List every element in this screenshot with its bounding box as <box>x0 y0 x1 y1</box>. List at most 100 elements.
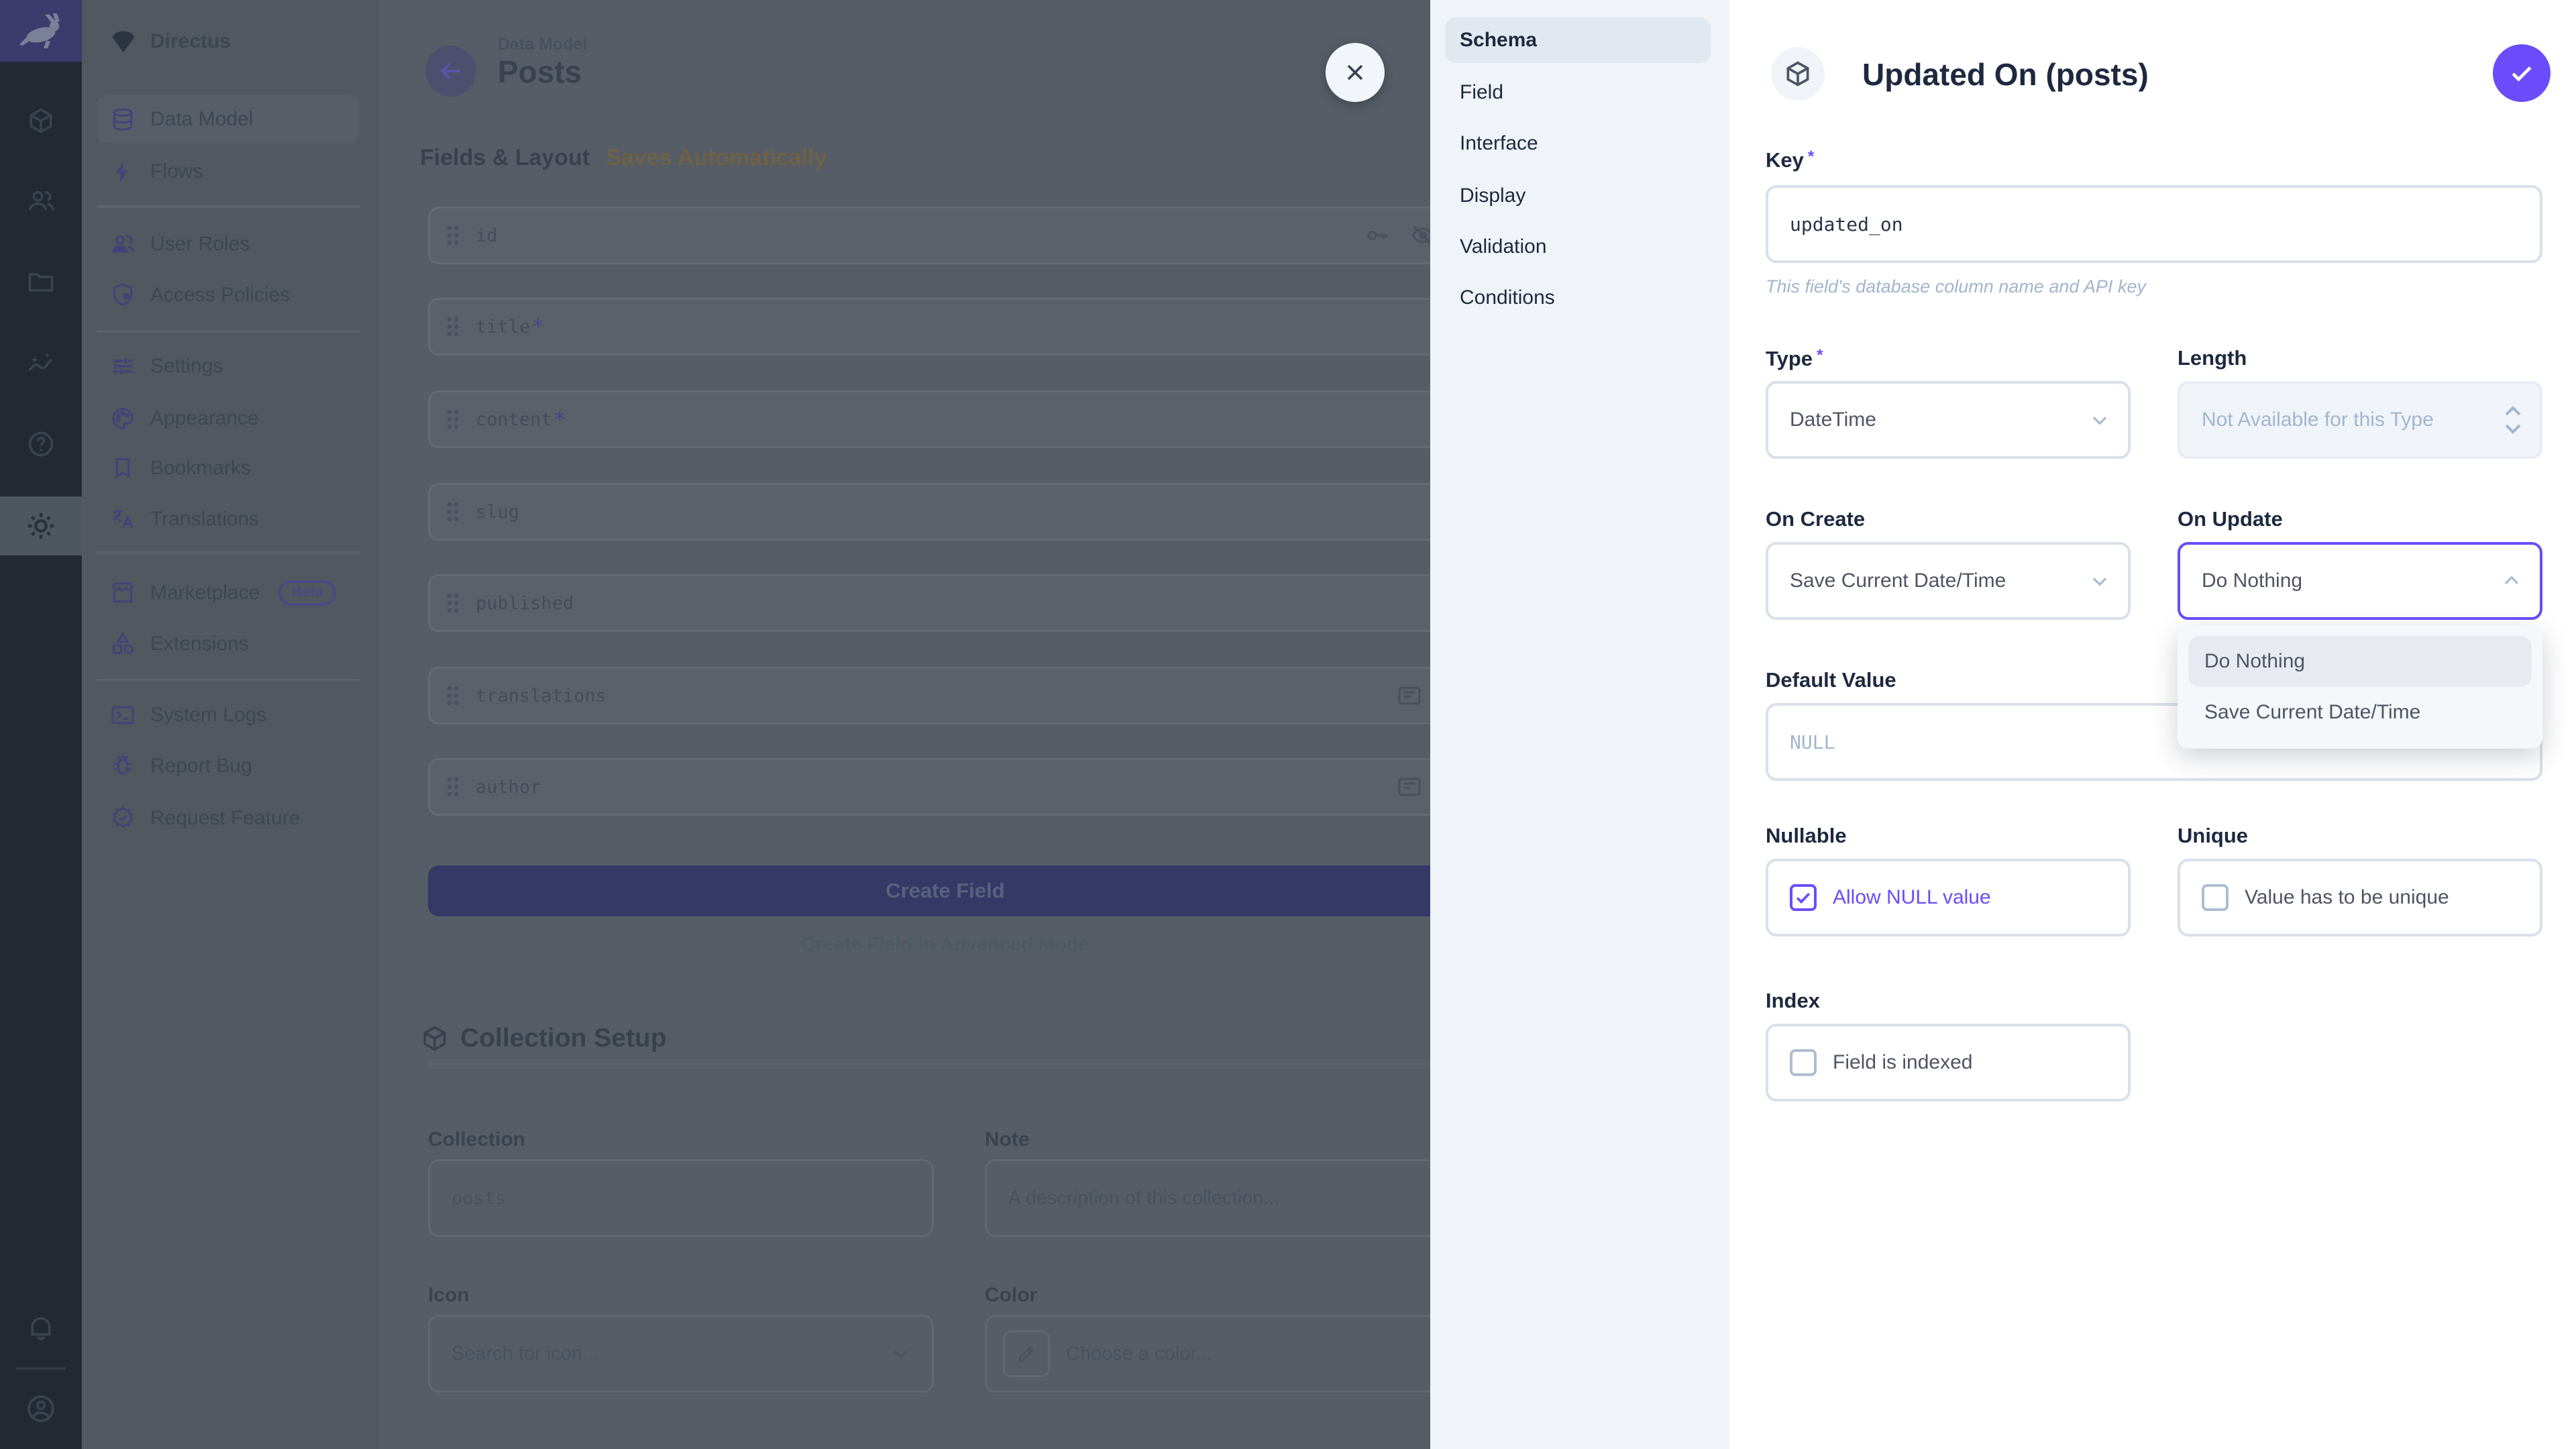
save-button[interactable] <box>2493 44 2551 102</box>
nav-divider <box>97 679 360 682</box>
sidebar-item-report-bug[interactable]: Report Bug <box>82 741 380 792</box>
advanced-mode-link[interactable]: Create Field in Advanced Mode <box>428 934 1462 956</box>
account-circle-icon <box>25 1393 57 1425</box>
sidebar-item-label: Access Policies <box>150 284 290 307</box>
checkbox-unchecked-icon[interactable] <box>1790 1049 1817 1076</box>
tab-validation[interactable]: Validation <box>1445 224 1711 270</box>
on-create-select[interactable]: Save Current Date/Time <box>1766 542 2131 620</box>
menu-item-do-nothing[interactable]: Do Nothing <box>2188 636 2532 687</box>
sidebar-item-settings[interactable]: Settings <box>82 341 380 392</box>
sidebar-item-extensions[interactable]: Extensions <box>82 619 380 669</box>
key-icon <box>1364 222 1391 249</box>
sidebar-item-system-logs[interactable]: System Logs <box>82 690 380 741</box>
sidebar-item-label: Data Model <box>150 108 253 131</box>
length-input: Not Available for this Type <box>2178 381 2542 459</box>
on-update-label: On Update <box>2178 507 2283 531</box>
tab-display[interactable]: Display <box>1445 173 1711 219</box>
sidebar-item-marketplace[interactable]: Marketplace Beta <box>82 568 380 619</box>
unique-checkbox-row[interactable]: Value has to be unique <box>2178 859 2542 936</box>
field-row-published[interactable]: published <box>428 574 1462 632</box>
default-value-label: Default Value <box>1766 668 1896 692</box>
note-input[interactable]: A description of this collection... <box>985 1159 1462 1237</box>
directus-app: Directus Data Model Flows User Roles Acc… <box>0 0 2576 1449</box>
bell-icon <box>26 1313 56 1343</box>
module-help[interactable] <box>0 415 82 474</box>
module-content[interactable] <box>0 91 82 150</box>
drag-handle-icon[interactable] <box>446 776 460 798</box>
sidebar-item-bookmarks[interactable]: Bookmarks <box>82 443 380 494</box>
collection-label: Collection <box>428 1128 525 1151</box>
checkbox-checked-icon[interactable] <box>1790 884 1817 911</box>
collection-setup-label: Collection Setup <box>460 1024 667 1053</box>
drag-handle-icon[interactable] <box>446 409 460 430</box>
icon-select[interactable]: Search for icon... <box>428 1315 934 1393</box>
nullable-checkbox-row[interactable]: Allow NULL value <box>1766 859 2131 936</box>
checkbox-unchecked-icon[interactable] <box>2202 884 2229 911</box>
on-update-select[interactable]: Do Nothing <box>2178 542 2542 620</box>
drag-handle-icon[interactable] <box>446 225 460 246</box>
field-name: translations <box>476 686 606 706</box>
field-row-slug[interactable]: slug <box>428 483 1462 541</box>
index-label: Index <box>1766 989 1820 1013</box>
tab-conditions[interactable]: Conditions <box>1445 275 1711 321</box>
palette-icon <box>110 406 136 431</box>
sidebar-item-user-roles[interactable]: User Roles <box>82 219 380 270</box>
database-icon <box>110 107 136 132</box>
close-drawer-button[interactable] <box>1326 43 1385 102</box>
bug-icon <box>110 753 136 779</box>
notifications-button[interactable] <box>0 1299 82 1358</box>
account-button[interactable] <box>0 1379 82 1438</box>
directus-logo[interactable] <box>0 0 82 62</box>
color-input[interactable]: Choose a color... <box>985 1315 1462 1393</box>
translate-icon <box>110 506 136 532</box>
fields-layout-heading: Fields & LayoutSaves Automatically <box>420 145 827 171</box>
drawer-header-icon <box>1771 47 1825 101</box>
sidebar-item-label: Bookmarks <box>150 457 251 480</box>
module-insights[interactable] <box>0 334 82 393</box>
create-field-label: Create Field <box>885 879 1004 903</box>
drag-handle-icon[interactable] <box>446 316 460 337</box>
module-files[interactable] <box>0 252 82 311</box>
page-title: Posts <box>498 54 582 90</box>
drag-handle-icon[interactable] <box>446 501 460 523</box>
sidebar-item-request-feature[interactable]: Request Feature <box>82 793 380 844</box>
breadcrumb[interactable]: Data Model <box>498 35 587 54</box>
user-roles-icon <box>110 231 136 257</box>
project-header[interactable]: Directus <box>82 21 380 62</box>
new-releases-icon <box>110 806 136 831</box>
type-select[interactable]: DateTime <box>1766 381 2131 459</box>
on-create-label: On Create <box>1766 507 1865 531</box>
tab-interface[interactable]: Interface <box>1445 121 1711 166</box>
field-row-translations[interactable]: translations <box>428 667 1462 724</box>
collection-input[interactable]: posts <box>428 1159 934 1237</box>
create-field-button[interactable]: Create Field <box>428 865 1462 916</box>
chevron-down-icon <box>889 1342 913 1366</box>
field-row-title[interactable]: title* <box>428 298 1462 356</box>
stepper-icon <box>2502 404 2524 436</box>
sidebar-item-flows[interactable]: Flows <box>82 146 380 197</box>
sidebar-item-access-policies[interactable]: Access Policies <box>82 270 380 321</box>
color-picker-icon[interactable] <box>1003 1330 1050 1377</box>
sidebar-item-translations[interactable]: Translations <box>82 494 380 545</box>
close-icon <box>1342 59 1368 86</box>
sidebar-item-label: Flows <box>150 160 203 183</box>
required-marker: * <box>1817 346 1823 364</box>
sidebar-item-appearance[interactable]: Appearance <box>82 393 380 444</box>
field-row-id[interactable]: id <box>428 207 1462 264</box>
field-row-content[interactable]: content* <box>428 390 1462 448</box>
module-users[interactable] <box>0 172 82 231</box>
field-row-author[interactable]: author <box>428 758 1462 816</box>
module-settings[interactable] <box>0 496 82 555</box>
tab-schema[interactable]: Schema <box>1445 17 1711 63</box>
sidebar-item-data-model[interactable]: Data Model <box>82 94 380 145</box>
bolt-icon <box>110 159 136 184</box>
index-checkbox-row[interactable]: Field is indexed <box>1766 1024 2131 1102</box>
key-input[interactable] <box>1766 185 2542 263</box>
back-button[interactable] <box>425 46 476 97</box>
tab-field[interactable]: Field <box>1445 70 1711 115</box>
field-name: title <box>476 317 530 337</box>
drag-handle-icon[interactable] <box>446 592 460 614</box>
help-icon <box>26 429 56 459</box>
drag-handle-icon[interactable] <box>446 685 460 706</box>
menu-item-save-current-datetime[interactable]: Save Current Date/Time <box>2188 687 2532 738</box>
